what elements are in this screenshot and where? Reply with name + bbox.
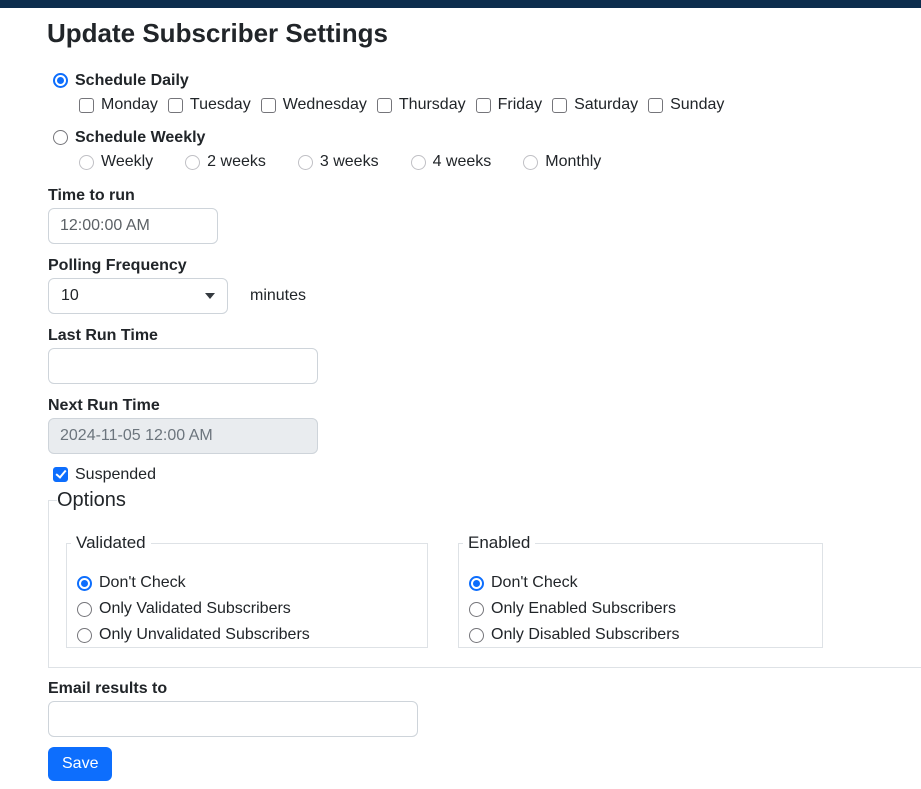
validated-option[interactable]: Only Unvalidated Subscribers <box>77 627 427 643</box>
options-columns: Validated Don't Check Only Validated Sub… <box>66 543 921 648</box>
chevron-down-icon <box>205 293 215 299</box>
weekly-interval-option[interactable]: 4 weeks <box>411 153 492 171</box>
day-label: Friday <box>498 96 542 114</box>
weekly-interval-radio[interactable] <box>298 155 313 170</box>
enabled-option-label: Only Enabled Subscribers <box>491 600 676 618</box>
settings-form: Update Subscriber Settings Schedule Dail… <box>0 18 921 781</box>
enabled-radio[interactable] <box>469 602 484 617</box>
suspended-option[interactable]: Suspended <box>48 466 921 483</box>
weekly-interval-option[interactable]: Weekly <box>79 153 153 171</box>
polling-frequency-value: 10 <box>61 287 79 305</box>
weekly-interval-label: 2 weeks <box>207 153 266 171</box>
weekly-interval-label: 4 weeks <box>433 153 492 171</box>
suspended-checkbox[interactable] <box>53 467 68 482</box>
enabled-option-label: Only Disabled Subscribers <box>491 626 680 644</box>
next-run-time-label: Next Run Time <box>48 397 921 414</box>
email-results-input[interactable] <box>48 701 418 737</box>
validated-radio[interactable] <box>77 628 92 643</box>
weekly-interval-option[interactable]: 2 weeks <box>185 153 266 171</box>
schedule-daily-radio[interactable] <box>53 73 68 88</box>
day-option[interactable]: Tuesday <box>168 96 251 114</box>
day-option[interactable]: Wednesday <box>261 96 367 114</box>
validated-fieldset: Validated Don't Check Only Validated Sub… <box>66 543 428 648</box>
last-run-time-label: Last Run Time <box>48 327 921 344</box>
polling-frequency-unit: minutes <box>250 287 306 305</box>
day-label: Tuesday <box>190 96 251 114</box>
options-legend: Options <box>57 489 126 511</box>
next-run-time-input <box>48 418 318 454</box>
enabled-radio[interactable] <box>469 576 484 591</box>
enabled-radio[interactable] <box>469 628 484 643</box>
weekly-interval-label: Monthly <box>545 153 601 171</box>
email-results-label: Email results to <box>48 680 921 697</box>
day-label: Sunday <box>670 96 724 114</box>
enabled-legend: Enabled <box>463 533 535 553</box>
validated-legend: Validated <box>71 533 151 553</box>
validated-radio[interactable] <box>77 576 92 591</box>
day-option[interactable]: Friday <box>476 96 542 114</box>
day-option[interactable]: Sunday <box>648 96 724 114</box>
day-checkbox[interactable] <box>476 98 491 113</box>
days-of-week-row: Monday Tuesday Wednesday Thursday Friday <box>48 97 921 113</box>
enabled-radio-group: Don't Check Only Enabled Subscribers Onl… <box>469 575 822 643</box>
suspended-label: Suspended <box>75 466 156 484</box>
validated-option[interactable]: Don't Check <box>77 575 427 591</box>
weekly-interval-radio[interactable] <box>79 155 94 170</box>
schedule-daily-row: Schedule Daily <box>48 71 921 90</box>
validated-option-label: Only Unvalidated Subscribers <box>99 626 310 644</box>
day-label: Thursday <box>399 96 466 114</box>
polling-frequency-row: 10 minutes <box>48 278 921 314</box>
enabled-option[interactable]: Don't Check <box>469 575 822 591</box>
polling-frequency-label: Polling Frequency <box>48 257 921 274</box>
polling-frequency-select[interactable]: 10 <box>48 278 228 314</box>
day-checkbox[interactable] <box>79 98 94 113</box>
weekly-interval-radio[interactable] <box>185 155 200 170</box>
weekly-interval-option[interactable]: Monthly <box>523 153 601 171</box>
validated-option[interactable]: Only Validated Subscribers <box>77 601 427 617</box>
time-to-run-label: Time to run <box>48 187 921 204</box>
schedule-weekly-row: Schedule Weekly <box>48 128 921 147</box>
validated-option-label: Don't Check <box>99 574 186 592</box>
time-to-run-input[interactable] <box>48 208 218 244</box>
save-button[interactable]: Save <box>48 747 112 781</box>
validated-radio[interactable] <box>77 602 92 617</box>
day-checkbox[interactable] <box>168 98 183 113</box>
day-checkbox[interactable] <box>377 98 392 113</box>
day-option[interactable]: Thursday <box>377 96 466 114</box>
weekly-interval-label: Weekly <box>101 153 153 171</box>
enabled-option[interactable]: Only Enabled Subscribers <box>469 601 822 617</box>
options-fieldset: Options Validated Don't Check Only Valid… <box>48 501 921 668</box>
page-title: Update Subscriber Settings <box>47 18 921 48</box>
weekly-interval-row: Weekly 2 weeks 3 weeks 4 weeks Monthly <box>48 154 921 170</box>
day-checkbox[interactable] <box>648 98 663 113</box>
day-checkbox[interactable] <box>261 98 276 113</box>
weekly-interval-label: 3 weeks <box>320 153 379 171</box>
schedule-daily-label: Schedule Daily <box>75 71 189 90</box>
schedule-weekly-radio[interactable] <box>53 130 68 145</box>
schedule-weekly-label: Schedule Weekly <box>75 128 205 147</box>
enabled-option[interactable]: Only Disabled Subscribers <box>469 627 822 643</box>
weekly-interval-option[interactable]: 3 weeks <box>298 153 379 171</box>
weekly-interval-radio[interactable] <box>523 155 538 170</box>
day-checkbox[interactable] <box>552 98 567 113</box>
enabled-fieldset: Enabled Don't Check Only Enabled Subscri… <box>458 543 823 648</box>
last-run-time-input[interactable] <box>48 348 318 384</box>
top-navigation-bar <box>0 0 921 8</box>
weekly-interval-radio[interactable] <box>411 155 426 170</box>
enabled-option-label: Don't Check <box>491 574 578 592</box>
day-label: Wednesday <box>283 96 367 114</box>
day-label: Saturday <box>574 96 638 114</box>
day-option[interactable]: Saturday <box>552 96 638 114</box>
validated-radio-group: Don't Check Only Validated Subscribers O… <box>77 575 427 643</box>
day-label: Monday <box>101 96 158 114</box>
validated-option-label: Only Validated Subscribers <box>99 600 291 618</box>
day-option[interactable]: Monday <box>79 96 158 114</box>
